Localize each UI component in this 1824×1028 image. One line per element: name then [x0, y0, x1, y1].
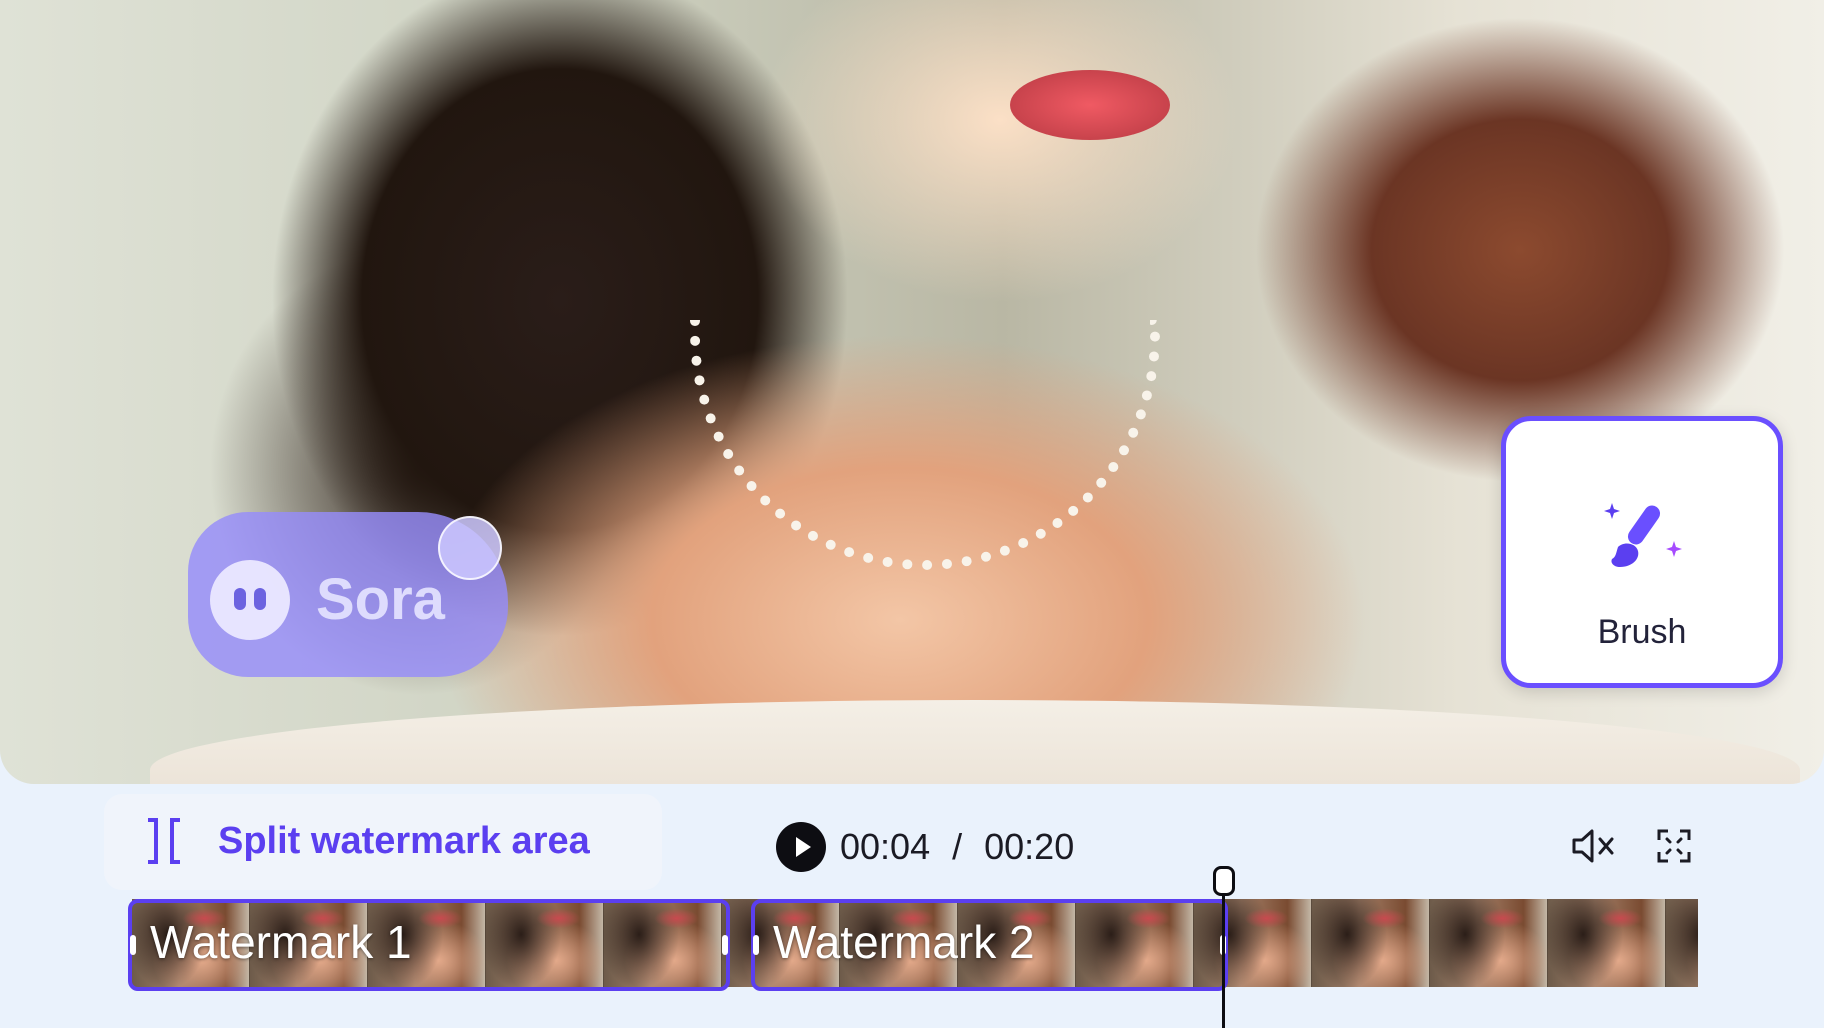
sora-logo-eye	[254, 588, 266, 610]
volume-mute-icon[interactable]	[1570, 826, 1616, 866]
play-button[interactable]	[776, 822, 826, 872]
photo-detail-dress	[150, 700, 1800, 784]
segment-start-handle[interactable]	[130, 935, 136, 955]
play-icon	[796, 837, 811, 857]
watermark-segment-2[interactable]: Watermark 2	[751, 899, 1228, 991]
segment-start-handle[interactable]	[753, 935, 759, 955]
timeline-frame	[1548, 899, 1666, 987]
playhead-line	[1222, 876, 1225, 1028]
timeline-frame	[1312, 899, 1430, 987]
segment-end-handle[interactable]	[722, 935, 728, 955]
playhead-handle[interactable]	[1213, 866, 1235, 896]
sora-watermark-text: Sora	[316, 567, 445, 632]
split-watermark-area-label: Split watermark area	[218, 820, 590, 862]
time-display: 00:04 / 00:20	[840, 826, 1074, 868]
brush-cursor	[438, 516, 502, 580]
timeline-frame	[1666, 899, 1698, 987]
brush-sparkle-icon	[1604, 503, 1682, 567]
photo-detail-lips	[1010, 70, 1170, 140]
split-bracket-icon	[148, 818, 180, 864]
fullscreen-icon[interactable]	[1656, 828, 1692, 864]
split-watermark-area-button[interactable]: Split watermark area	[104, 794, 662, 890]
current-time: 00:04	[840, 826, 931, 867]
brush-label: Brush	[1597, 613, 1687, 651]
watermark-segment-label: Watermark 1	[150, 916, 412, 968]
sora-watermark-selection[interactable]: Sora	[188, 512, 508, 677]
watermark-segment-1[interactable]: Watermark 1	[128, 899, 730, 991]
sora-logo-icon	[210, 560, 290, 640]
brush-tool-button[interactable]: Brush	[1501, 416, 1783, 688]
time-separator: /	[952, 826, 963, 867]
sora-logo-eye	[234, 588, 246, 610]
total-time: 00:20	[984, 826, 1075, 867]
photo-detail-necklace	[690, 320, 1160, 570]
timeline-frame	[1430, 899, 1548, 987]
watermark-segment-label: Watermark 2	[773, 916, 1035, 968]
